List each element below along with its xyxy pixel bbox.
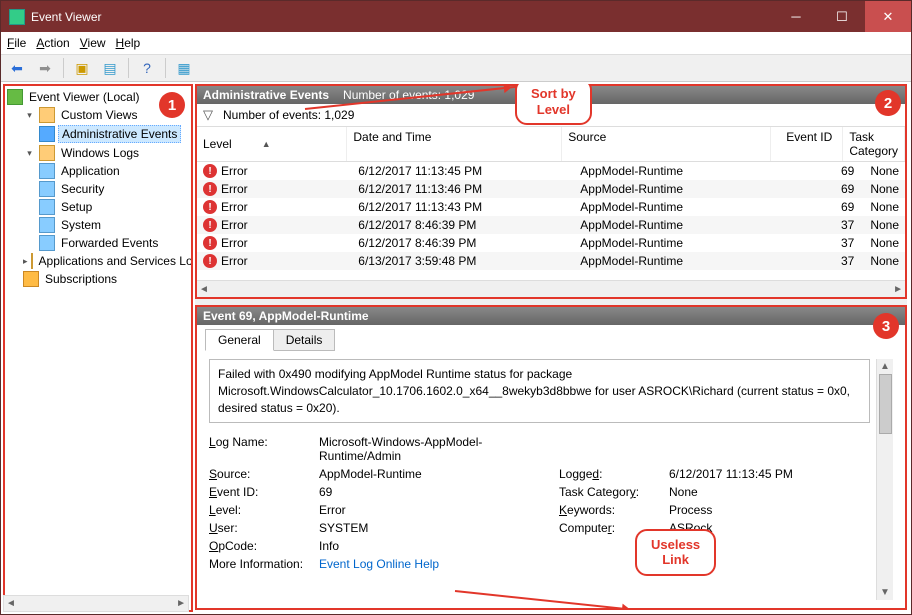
- forward-button: ➡: [33, 57, 57, 79]
- col-date[interactable]: Date and Time: [347, 127, 562, 161]
- tree-log-setup[interactable]: Setup: [7, 198, 189, 216]
- error-icon: !: [203, 254, 217, 268]
- tree-apps-services[interactable]: ▸Applications and Services Logs: [7, 252, 189, 270]
- nav-tree[interactable]: Event Viewer (Local) ▾Custom Views Admin…: [3, 84, 193, 612]
- col-source[interactable]: Source: [562, 127, 771, 161]
- event-detail-pane: Event 69, AppModel-Runtime General Detai…: [195, 305, 907, 610]
- menu-file[interactable]: File: [7, 36, 26, 50]
- refresh-button[interactable]: ▦: [172, 57, 196, 79]
- menubar: File Action View Help: [1, 32, 911, 54]
- prop-taskcat: None: [669, 485, 829, 499]
- tree-subscriptions[interactable]: Subscriptions: [7, 270, 189, 288]
- prop-level: Error: [319, 503, 559, 517]
- close-button[interactable]: ✕: [865, 1, 911, 32]
- window-title: Event Viewer: [31, 10, 773, 24]
- event-rows[interactable]: !Error6/12/2017 11:13:45 PMAppModel-Runt…: [197, 162, 905, 280]
- prop-opcode: Info: [319, 539, 559, 553]
- titlebar[interactable]: Event Viewer ─ ☐ ✕: [1, 1, 911, 32]
- tree-admin-events[interactable]: Administrative Events: [7, 124, 189, 144]
- menu-view[interactable]: View: [80, 36, 106, 50]
- error-icon: !: [203, 164, 217, 178]
- app-icon: [9, 9, 25, 25]
- tab-general[interactable]: General: [205, 329, 274, 351]
- list-scrollbar[interactable]: ◄►: [197, 280, 905, 297]
- prop-logname: Microsoft-Windows-AppModel-Runtime/Admin: [319, 435, 559, 463]
- error-icon: !: [203, 182, 217, 196]
- detail-scrollbar[interactable]: ▲▼: [876, 359, 893, 600]
- help-button[interactable]: ?: [135, 57, 159, 79]
- column-headers: Level▲ Date and Time Source Event ID Tas…: [197, 127, 905, 162]
- tree-log-security[interactable]: Security: [7, 180, 189, 198]
- tree-windows-logs[interactable]: ▾Windows Logs: [7, 144, 189, 162]
- toolbar: ⬅ ➡ ▣ ▤ ? ▦: [1, 54, 911, 82]
- show-hide-tree-button[interactable]: ▣: [70, 57, 94, 79]
- col-eventid[interactable]: Event ID: [771, 127, 843, 161]
- online-help-link[interactable]: Event Log Online Help: [319, 557, 439, 571]
- table-row[interactable]: !Error6/12/2017 11:13:46 PMAppModel-Runt…: [197, 180, 905, 198]
- maximize-button[interactable]: ☐: [819, 1, 865, 32]
- list-count: Number of events: 1,029: [343, 88, 474, 102]
- prop-logged: 6/12/2017 11:13:45 PM: [669, 467, 829, 481]
- event-properties: Log Name:Microsoft-Windows-AppModel-Runt…: [209, 435, 870, 571]
- tree-log-application[interactable]: Application: [7, 162, 189, 180]
- tree-scrollbar[interactable]: ◄►: [3, 595, 189, 612]
- table-row[interactable]: !Error6/12/2017 8:46:39 PMAppModel-Runti…: [197, 234, 905, 252]
- table-row[interactable]: !Error6/12/2017 11:13:43 PMAppModel-Runt…: [197, 198, 905, 216]
- error-icon: !: [203, 218, 217, 232]
- annotation-badge-3: 3: [873, 313, 899, 339]
- detail-tabs: General Details: [197, 325, 905, 351]
- tree-log-forwarded[interactable]: Forwarded Events: [7, 234, 189, 252]
- menu-help[interactable]: Help: [116, 36, 141, 50]
- tab-details[interactable]: Details: [273, 329, 336, 351]
- col-level[interactable]: Level▲: [197, 127, 347, 161]
- properties-button[interactable]: ▤: [98, 57, 122, 79]
- filter-count: Number of events: 1,029: [223, 108, 354, 122]
- col-category[interactable]: Task Category: [843, 127, 905, 161]
- menu-action[interactable]: Action: [36, 36, 69, 50]
- table-row[interactable]: !Error6/12/2017 11:13:45 PMAppModel-Runt…: [197, 162, 905, 180]
- error-icon: !: [203, 236, 217, 250]
- annotation-badge-2: 2: [875, 90, 901, 116]
- back-button[interactable]: ⬅: [5, 57, 29, 79]
- annotation-badge-1: 1: [159, 92, 185, 118]
- prop-keywords: Process: [669, 503, 829, 517]
- table-row[interactable]: !Error6/12/2017 8:46:39 PMAppModel-Runti…: [197, 216, 905, 234]
- tree-log-system[interactable]: System: [7, 216, 189, 234]
- annotation-useless: Useless Link: [635, 529, 716, 576]
- error-icon: !: [203, 200, 217, 214]
- detail-title: Event 69, AppModel-Runtime: [203, 309, 369, 323]
- list-title: Administrative Events: [203, 88, 329, 102]
- event-viewer-window: Event Viewer ─ ☐ ✕ File Action View Help…: [0, 0, 912, 615]
- event-message: Failed with 0x490 modifying AppModel Run…: [209, 359, 870, 423]
- prop-source: AppModel-Runtime: [319, 467, 559, 481]
- sort-asc-icon: ▲: [262, 139, 271, 149]
- annotation-sort: Sort by Level: [515, 84, 592, 125]
- minimize-button[interactable]: ─: [773, 1, 819, 32]
- prop-user: SYSTEM: [319, 521, 559, 535]
- table-row[interactable]: !Error6/13/2017 3:59:48 PMAppModel-Runti…: [197, 252, 905, 270]
- prop-eventid: 69: [319, 485, 559, 499]
- filter-icon[interactable]: ▽: [203, 107, 213, 123]
- detail-header: Event 69, AppModel-Runtime: [197, 307, 905, 325]
